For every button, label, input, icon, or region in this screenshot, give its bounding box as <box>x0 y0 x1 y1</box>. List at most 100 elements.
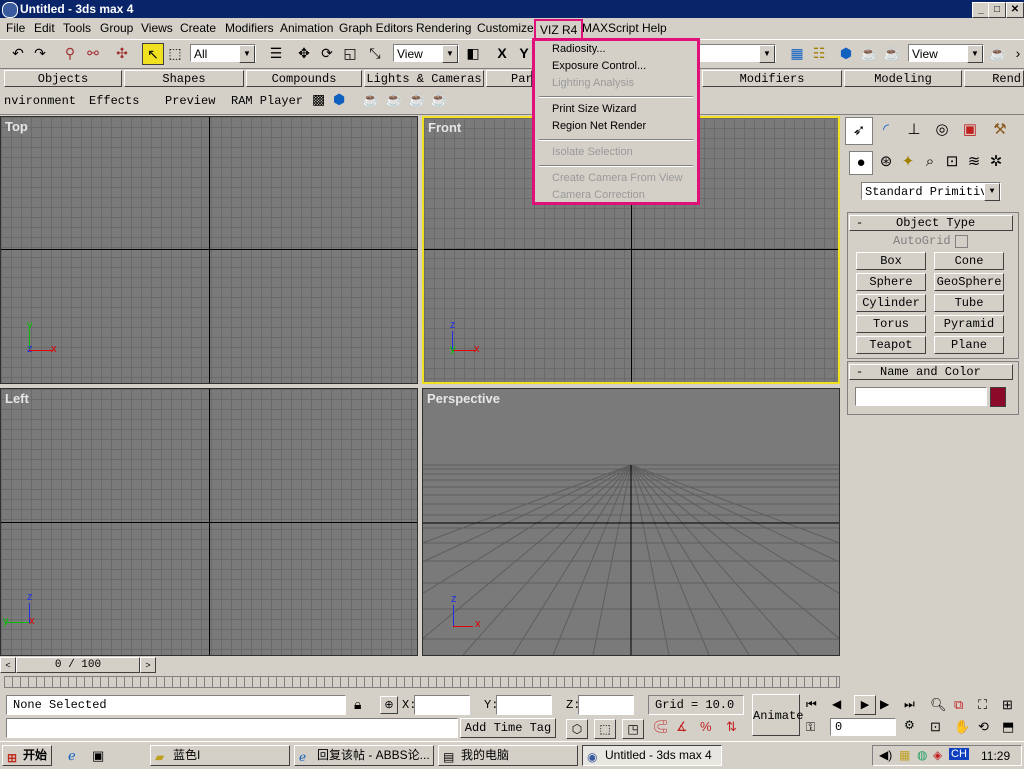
start-button[interactable]: ⊞ 开始 <box>2 745 52 766</box>
helpers-icon[interactable]: ⊡ <box>941 151 963 173</box>
viewport-label[interactable]: Left <box>5 391 29 406</box>
play-icon[interactable]: ▶ <box>854 695 876 715</box>
torus-button[interactable]: Torus <box>856 315 926 333</box>
material-map-icon[interactable]: ⬢ <box>333 92 345 109</box>
task-my-computer[interactable]: ▤ 我的电脑 <box>438 745 578 766</box>
maximize-button[interactable]: □ <box>988 2 1006 18</box>
task-folder[interactable]: ▰ 蓝色I <box>150 745 290 766</box>
plane-button[interactable]: Plane <box>934 336 1004 354</box>
viewport-top[interactable]: Top y z x <box>0 116 418 384</box>
time-config-icon[interactable]: ⚙ <box>904 718 915 732</box>
object-type-rollout-header[interactable]: - Object Type <box>849 215 1013 231</box>
move-icon[interactable]: ✥ <box>294 43 314 63</box>
menu-graph-editors[interactable]: Graph Editors <box>339 21 413 35</box>
menu-group[interactable]: Group <box>100 21 133 35</box>
shapes-icon[interactable]: ⊛ <box>875 151 897 173</box>
viewport-label[interactable]: Front <box>428 120 461 135</box>
timeslider-prev-icon[interactable]: < <box>0 657 16 673</box>
next-frame-icon[interactable]: ▶ <box>880 697 889 711</box>
selection-lock-icon[interactable]: ⬚ <box>594 719 616 739</box>
desktop-icon[interactable]: ▣ <box>92 748 104 764</box>
reference-coordinate-dropdown[interactable]: View ▼ <box>393 44 459 63</box>
key-mode-icon[interactable]: ⚿ <box>806 720 815 735</box>
modify-tab-icon[interactable]: ◜ <box>873 117 899 143</box>
z-coord-input[interactable] <box>578 695 634 715</box>
teapot-render2-icon[interactable]: ☕ <box>385 92 402 109</box>
viewport-perspective[interactable]: Perspective z x <box>422 388 840 656</box>
app-icon[interactable] <box>2 2 18 18</box>
lock-icon[interactable]: 🔒︎ <box>354 696 361 713</box>
menu-animation[interactable]: Animation <box>280 21 333 35</box>
pivot-center-icon[interactable]: ◧ <box>463 43 483 63</box>
material-editor-icon[interactable]: ⬢ <box>836 43 856 63</box>
hierarchy-tab-icon[interactable]: ⊥ <box>901 117 927 143</box>
teapot-render3-icon[interactable]: ☕ <box>408 92 425 109</box>
object-category-dropdown[interactable]: Standard Primitiv ▼ <box>861 182 1001 201</box>
ie-icon[interactable]: ℯ <box>68 748 76 764</box>
menu-item-region-net-render[interactable]: Region Net Render <box>552 120 646 132</box>
menu-create[interactable]: Create <box>180 21 216 35</box>
cube-icon[interactable]: ◳ <box>622 719 644 739</box>
input-language-indicator[interactable]: CH <box>949 748 969 760</box>
tab-modeling[interactable]: Modeling <box>844 70 962 87</box>
menu-edit[interactable]: Edit <box>34 21 55 35</box>
zoom-icon[interactable]: 🔍︎ <box>930 697 947 713</box>
bind-space-warp-icon[interactable]: ✣ <box>112 43 132 63</box>
x-coord-input[interactable] <box>414 695 470 715</box>
menu-viz-r4[interactable]: VIZ R4 <box>534 19 584 39</box>
region-zoom-icon[interactable]: ⊡ <box>930 719 941 735</box>
motion-tab-icon[interactable]: ◎ <box>929 117 955 143</box>
cylinder-button[interactable]: Cylinder <box>856 294 926 312</box>
cone-button[interactable]: Cone <box>934 252 1004 270</box>
create-tab-icon[interactable]: ➶ <box>845 117 873 145</box>
zoom-extents-all-icon[interactable]: ⊞ <box>1002 697 1013 713</box>
maximize-viewport-icon[interactable]: ⬒ <box>1002 719 1014 735</box>
prev-frame-icon[interactable]: ◀ <box>832 697 841 711</box>
select-by-name-icon[interactable]: ☰ <box>266 43 286 63</box>
arc-rotate-icon[interactable]: ⟲ <box>978 719 989 735</box>
toolbar-overflow-icon[interactable]: › <box>1008 43 1024 63</box>
tab-particles[interactable]: Par <box>486 70 533 87</box>
menu-file[interactable]: File <box>6 21 25 35</box>
ram-player-button[interactable]: RAM Player <box>231 94 303 108</box>
box-button[interactable]: Box <box>856 252 926 270</box>
render-scene-icon[interactable]: ☕ <box>859 43 879 63</box>
environment-button[interactable]: nvironment <box>4 94 76 108</box>
antivirus-icon[interactable]: ◈ <box>933 748 942 762</box>
track-view-icon[interactable]: ▦ <box>787 43 807 63</box>
cameras-icon[interactable]: ⌕ <box>919 151 941 173</box>
menu-modifiers[interactable]: Modifiers <box>225 21 274 35</box>
pan-icon[interactable]: ✋ <box>954 719 970 735</box>
title-bar[interactable]: Untitled - 3ds max 4 _ □ ✕ <box>0 0 1024 18</box>
select-object-icon[interactable]: ↖ <box>142 43 164 65</box>
checker-icon[interactable]: ▩ <box>312 92 325 109</box>
track-bar[interactable] <box>4 676 840 688</box>
volume-icon[interactable]: ◀) <box>879 748 892 762</box>
selection-filter-dropdown[interactable]: All ▼ <box>190 44 256 63</box>
close-button[interactable]: ✕ <box>1006 2 1024 18</box>
object-color-swatch[interactable] <box>990 387 1006 407</box>
menu-item-radiosity[interactable]: Radiosity... <box>552 43 606 55</box>
menu-maxscript[interactable]: MAXScript <box>582 21 639 35</box>
menu-item-print-size-wizard[interactable]: Print Size Wizard <box>552 103 636 115</box>
viewport-left[interactable]: Left z y x <box>0 388 418 656</box>
timeslider-next-icon[interactable]: > <box>140 657 156 673</box>
globe-icon[interactable]: ◍ <box>917 748 927 762</box>
angle-snap-icon[interactable]: ∡ <box>676 719 688 735</box>
squash-icon[interactable]: ⤡ <box>365 43 385 63</box>
menu-tools[interactable]: Tools <box>63 21 91 35</box>
redo-icon[interactable]: ↷ <box>30 43 50 63</box>
menu-views[interactable]: Views <box>141 21 173 35</box>
tab-lights-cameras[interactable]: Lights & Cameras <box>364 70 484 87</box>
named-selection-dropdown[interactable]: ▼ <box>700 44 776 63</box>
select-link-icon[interactable]: ⚲ <box>60 43 80 63</box>
render-last-icon[interactable]: ☕ <box>988 43 1008 63</box>
network-icon[interactable]: ▦ <box>899 748 910 762</box>
region-select-icon[interactable]: ⬚ <box>165 43 185 63</box>
systems-icon[interactable]: ✲ <box>985 151 1007 173</box>
goto-end-icon[interactable]: ⏭ <box>904 697 915 712</box>
spinner-snap-icon[interactable]: ⇅ <box>726 719 737 735</box>
restrict-x-button[interactable]: X <box>492 43 512 63</box>
undo-icon[interactable]: ↶ <box>8 43 28 63</box>
animate-button[interactable]: Animate <box>752 694 803 736</box>
